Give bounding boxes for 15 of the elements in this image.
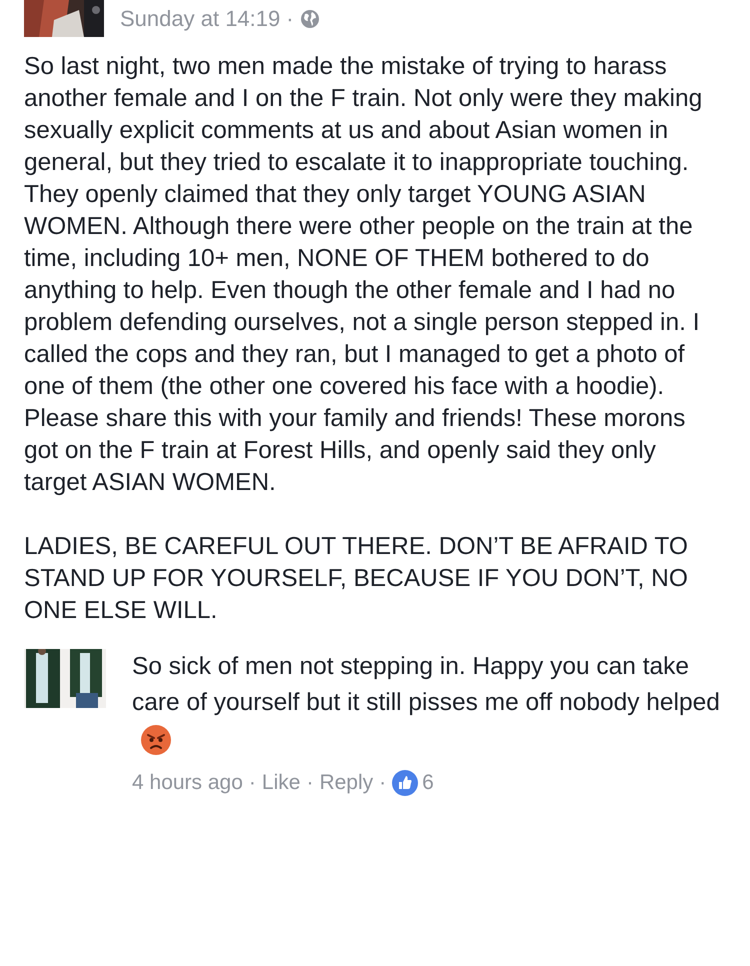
post-paragraph: So last night, two men made the mistake of trying to harass another female and I on the F train. Not only were they making sexually explicit comments at us and about Asian women in general, but they tried to escalate it to inappropriate touching. They openly claimed that they only target YOUNG ASIAN WOMEN. Although there were other people on the train at the time, including 10+ men, NONE OF THEM bothered to do anything to help. Even though the other female and I had no problem defending ourselves, not a single person stepped in. I called the cops and they ran, but I managed to get a photo of one of them (the other one covered his face with a hoodie). Please share this with your family and friends! These morons got on the F train at Forest Hills, and openly said they only target ASIAN WOMEN. (24, 52, 704, 498)
thumbs-up-icon (392, 770, 418, 796)
like-link[interactable]: Like (262, 767, 300, 798)
comment-text: So sick of men not stepping in. Happy you can take care of yourself but it still pisses me off nobody helped (132, 649, 742, 757)
globe-icon (300, 8, 320, 28)
separator-dot: · (286, 5, 294, 33)
separator-dot: · (379, 770, 386, 796)
angry-face-icon (140, 724, 172, 756)
post-time: Sunday at 14:19 (120, 5, 280, 33)
like-count: 6 (422, 770, 434, 796)
post-paragraph: LADIES, BE CAREFUL OUT THERE. DON’T BE AFRAID TO STAND UP FOR YOURSELF, BECAUSE IF YOU DON’T, NO ONE ELSE WILL. (24, 532, 689, 626)
separator-dot: · (248, 770, 256, 796)
comment-time: 4 hours ago (132, 770, 243, 796)
reply-link[interactable]: Reply (319, 767, 374, 798)
separator-dot: · (306, 770, 314, 796)
